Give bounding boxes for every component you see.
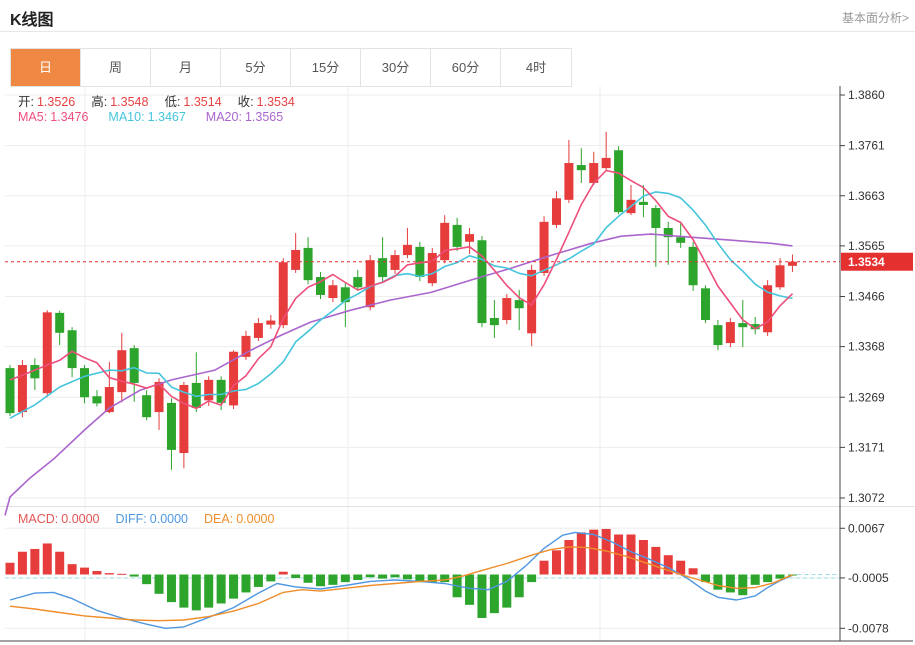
ma5-line — [10, 171, 793, 409]
ma10-value: MA10:1.3467 — [108, 110, 185, 124]
ma10-line — [10, 192, 793, 418]
axis-label: -0.0078 — [848, 621, 889, 635]
page-title: K线图 — [10, 6, 54, 30]
interval-tabbar: 日周月5分15分30分60分4时 — [10, 48, 572, 87]
header-divider — [0, 31, 915, 32]
candles — [6, 132, 797, 470]
svg-text:1.3534: 1.3534 — [848, 255, 885, 269]
axis-label: 1.3663 — [848, 189, 885, 203]
axis-label: 1.3269 — [848, 390, 885, 404]
close-value: 收:1.3534 — [238, 91, 295, 110]
dea-line — [10, 547, 793, 621]
kline-chart[interactable]: 1.3860 1.3761 1.3663 1.3565 1.3466 1.3368 1.32… — [0, 85, 915, 645]
tab-15分[interactable]: 15分 — [291, 49, 361, 86]
open-value: 开:1.3526 — [18, 91, 75, 110]
ma20-value: MA20:1.3565 — [206, 110, 283, 124]
high-value: 高:1.3548 — [91, 91, 148, 110]
tab-月[interactable]: 月 — [151, 49, 221, 86]
diff-line — [10, 532, 793, 628]
axis-label: 1.3072 — [848, 491, 885, 505]
fundamental-analysis-link[interactable]: 基本面分析> — [842, 9, 909, 26]
dea-value: DEA:0.0000 — [204, 512, 274, 526]
tab-60分[interactable]: 60分 — [431, 49, 501, 86]
macd-value: MACD:0.0000 — [18, 512, 100, 526]
axis-label: 1.3761 — [848, 139, 885, 153]
low-value: 低:1.3514 — [164, 91, 221, 110]
tab-5分[interactable]: 5分 — [221, 49, 291, 86]
tab-日[interactable]: 日 — [11, 49, 81, 86]
macd-info-bar: MACD:0.0000 DIFF:0.0000 DEA:0.0000 — [18, 512, 274, 526]
ohlc-info-bar: 开:1.3526 高:1.3548 低:1.3514 收:1.3534 — [18, 91, 295, 110]
ma5-value: MA5:1.3476 — [18, 110, 88, 124]
tab-4时[interactable]: 4时 — [501, 49, 571, 86]
axis-label: -0.0005 — [848, 571, 889, 585]
ma-info-bar: MA5:1.3476 MA10:1.3467 MA20:1.3565 — [18, 110, 283, 124]
axis-label: 1.3368 — [848, 340, 885, 354]
axis-label: 1.3565 — [848, 239, 885, 253]
tab-30分[interactable]: 30分 — [361, 49, 431, 86]
axis-label: 1.3466 — [848, 290, 885, 304]
tab-周[interactable]: 周 — [81, 49, 151, 86]
diff-value: DIFF:0.0000 — [116, 512, 188, 526]
axis-label: 1.3171 — [848, 440, 885, 454]
axis-label: 0.0067 — [848, 521, 885, 535]
axis-label: 1.3860 — [848, 88, 885, 102]
